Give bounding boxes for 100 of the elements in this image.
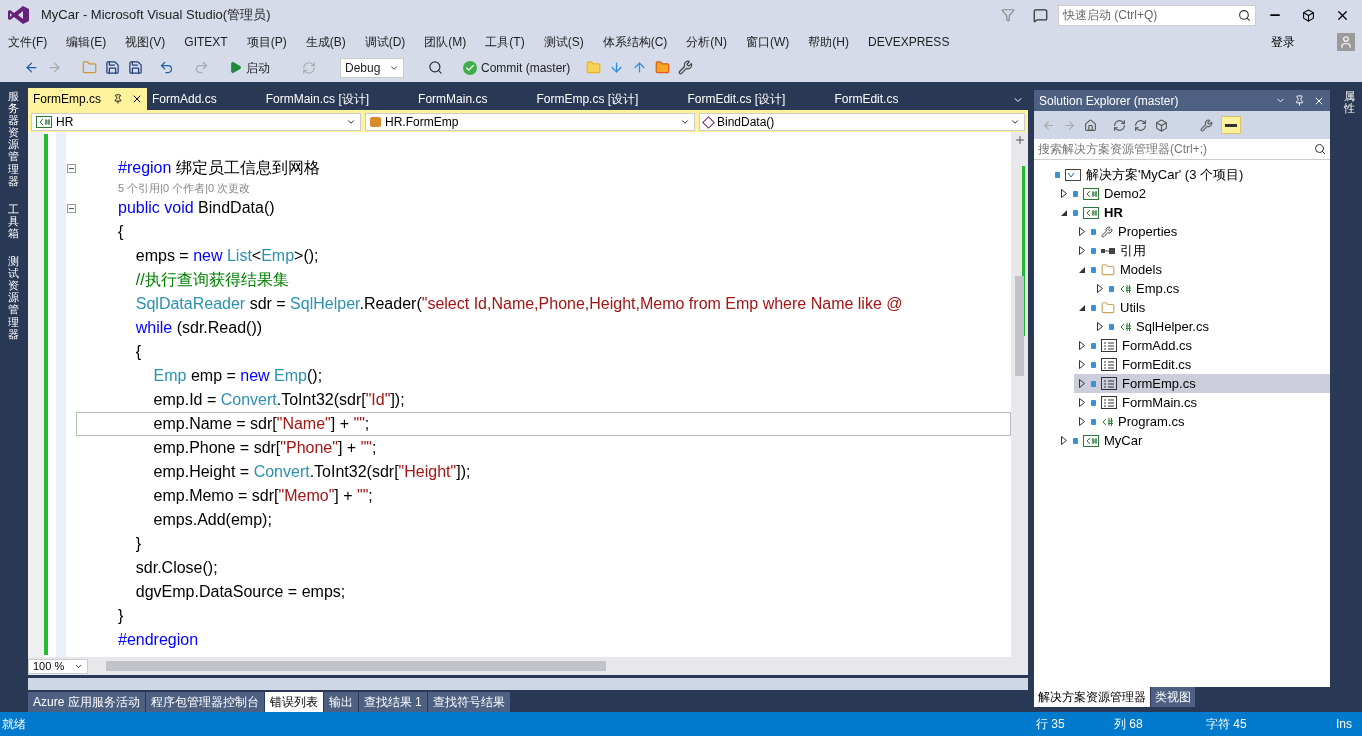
search-icon[interactable] bbox=[1314, 143, 1326, 155]
search-field[interactable]: 搜索解决方案资源管理器(Ctrl+;) bbox=[1034, 139, 1330, 160]
tree-item[interactable]: Properties bbox=[1074, 222, 1330, 241]
expanded-arrow-icon[interactable] bbox=[1060, 208, 1068, 217]
document-tab[interactable]: FormEmp.cs bbox=[28, 88, 147, 110]
search-input[interactable]: 搜索解决方案资源管理器(Ctrl+;) bbox=[1038, 140, 1314, 158]
menu-item[interactable]: 分析(N) bbox=[686, 32, 727, 51]
document-tab[interactable]: FormEdit.cs [设计] bbox=[682, 88, 830, 110]
panel-tab[interactable]: 类视图 bbox=[1151, 687, 1195, 707]
tool-window-tab[interactable]: 查找结果 1 bbox=[358, 692, 427, 712]
save-icon[interactable] bbox=[105, 60, 120, 75]
document-tab[interactable]: FormAdd.cs bbox=[147, 88, 261, 110]
code-editor[interactable] bbox=[28, 132, 1028, 657]
collapse-icon[interactable] bbox=[66, 203, 76, 213]
document-tab[interactable]: FormMain.cs [设计] bbox=[260, 88, 414, 110]
collapse-icon[interactable] bbox=[66, 163, 76, 173]
tree-item[interactable]: FormEdit.cs bbox=[1074, 355, 1330, 374]
dock-tab[interactable]: 属性 bbox=[1343, 86, 1355, 119]
feedback-icon[interactable] bbox=[1033, 7, 1048, 23]
preview-toggle-icon[interactable] bbox=[1221, 116, 1241, 134]
close-icon[interactable] bbox=[131, 93, 143, 105]
collapsed-arrow-icon[interactable] bbox=[1078, 341, 1086, 350]
tree-item[interactable]: FormAdd.cs bbox=[1074, 336, 1330, 355]
sync-icon[interactable] bbox=[1113, 118, 1126, 132]
tool-window-tab[interactable]: 程序包管理器控制台 bbox=[145, 692, 264, 712]
collapsed-arrow-icon[interactable] bbox=[1078, 360, 1086, 369]
dock-tab[interactable]: 工具箱 bbox=[7, 198, 19, 244]
tree-item[interactable]: SqlHelper.cs bbox=[1092, 317, 1330, 336]
menu-item[interactable]: 测试(S) bbox=[543, 32, 584, 51]
document-tab[interactable]: FormEdit.cs bbox=[829, 88, 943, 110]
collapsed-arrow-icon[interactable] bbox=[1078, 379, 1086, 388]
scroll-thumb[interactable] bbox=[1015, 276, 1024, 376]
restart-icon[interactable] bbox=[302, 60, 316, 75]
sign-in-link[interactable]: 登录 bbox=[1271, 32, 1295, 51]
menu-item[interactable]: 帮助(H) bbox=[808, 32, 849, 51]
code-lens[interactable]: 5 个引用|0 个作者|0 次更改 bbox=[117, 178, 252, 198]
menu-item[interactable]: 体系结构(C) bbox=[602, 32, 668, 51]
collapsed-arrow-icon[interactable] bbox=[1096, 284, 1104, 293]
pin-icon[interactable] bbox=[113, 94, 123, 104]
navigation-dropdown[interactable]: BindData() bbox=[699, 113, 1025, 131]
quick-launch-field[interactable]: 快速启动 (Ctrl+Q) bbox=[1058, 4, 1256, 26]
tool-window-tab[interactable]: 查找符号结果 bbox=[427, 692, 510, 712]
commit-button[interactable]: Commit (master) bbox=[463, 58, 571, 77]
quick-launch-input[interactable]: 快速启动 (Ctrl+Q) bbox=[1063, 6, 1238, 24]
refresh-icon[interactable] bbox=[1134, 118, 1147, 132]
caret-icon[interactable] bbox=[1010, 117, 1020, 127]
collapsed-arrow-icon[interactable] bbox=[1078, 398, 1086, 407]
document-tab[interactable]: FormEmp.cs [设计] bbox=[531, 88, 683, 110]
dock-tab[interactable]: 服务器资源管理器 bbox=[7, 86, 19, 191]
tree-item[interactable]: 引用 bbox=[1074, 241, 1330, 260]
configuration-dropdown[interactable]: Debug bbox=[340, 57, 404, 78]
tree-item[interactable]: HR bbox=[1056, 203, 1330, 222]
dock-tab[interactable]: 测试资源管理器 bbox=[7, 251, 19, 344]
menu-item[interactable]: 视图(V) bbox=[125, 32, 166, 51]
caret-icon[interactable] bbox=[346, 117, 356, 127]
tree-item[interactable]: FormMain.cs bbox=[1074, 393, 1330, 412]
menu-item[interactable]: 生成(B) bbox=[305, 32, 346, 51]
split-icon[interactable] bbox=[1013, 134, 1026, 146]
undo-icon[interactable] bbox=[159, 60, 174, 75]
tree-item[interactable]: Models bbox=[1074, 260, 1330, 279]
collapsed-arrow-icon[interactable] bbox=[1078, 417, 1086, 426]
tree-item[interactable]: MyCar bbox=[1056, 431, 1330, 450]
tree-item[interactable]: Program.cs bbox=[1074, 412, 1330, 431]
avatar-icon[interactable] bbox=[1337, 32, 1355, 51]
settings-icon[interactable] bbox=[678, 60, 694, 75]
save-all-icon[interactable] bbox=[128, 60, 143, 75]
tree-item[interactable]: Demo2 bbox=[1056, 184, 1330, 203]
tree-item[interactable]: 解决方案'MyCar' (3 个项目) bbox=[1038, 165, 1330, 184]
tree-item[interactable]: FormEmp.cs bbox=[1074, 374, 1330, 393]
collapsed-arrow-icon[interactable] bbox=[1060, 189, 1068, 198]
pin-icon[interactable] bbox=[1294, 95, 1305, 106]
collapsed-arrow-icon[interactable] bbox=[1078, 227, 1086, 236]
menu-item[interactable]: 窗口(W) bbox=[746, 32, 790, 51]
properties-icon[interactable] bbox=[1200, 118, 1213, 132]
find-icon[interactable] bbox=[428, 60, 443, 75]
start-button[interactable]: 启动 bbox=[229, 58, 270, 77]
back-icon[interactable] bbox=[24, 60, 39, 75]
tree-item[interactable]: Emp.cs bbox=[1092, 279, 1330, 298]
expanded-arrow-icon[interactable] bbox=[1078, 303, 1086, 312]
navigation-dropdown[interactable]: HR.FormEmp bbox=[365, 113, 695, 131]
tree-item[interactable]: Utils bbox=[1074, 298, 1330, 317]
zoom-dropdown[interactable]: 100 % bbox=[28, 658, 88, 674]
menu-item[interactable]: 项目(P) bbox=[246, 32, 287, 51]
home-icon[interactable] bbox=[1084, 118, 1097, 132]
tool-window-tab[interactable]: 错误列表 bbox=[264, 692, 323, 712]
collapsed-arrow-icon[interactable] bbox=[1060, 436, 1068, 445]
document-tab[interactable]: FormMain.cs bbox=[413, 88, 532, 110]
search-icon[interactable] bbox=[1238, 8, 1251, 22]
menu-item[interactable]: 编辑(E) bbox=[66, 32, 107, 51]
panel-tab[interactable]: 解决方案资源管理器 bbox=[1034, 687, 1150, 707]
caret-icon[interactable] bbox=[680, 117, 690, 127]
tool-window-tab[interactable]: Azure 应用服务活动 bbox=[28, 692, 145, 712]
tool-window-tab[interactable]: 输出 bbox=[323, 692, 358, 712]
navigation-dropdown[interactable]: HR bbox=[31, 113, 361, 131]
collapsed-arrow-icon[interactable] bbox=[1096, 322, 1104, 331]
menu-item[interactable]: 工具(T) bbox=[485, 32, 525, 51]
menu-item[interactable]: 调试(D) bbox=[364, 32, 406, 51]
menu-item[interactable]: 团队(M) bbox=[424, 32, 467, 51]
menu-item[interactable]: GITEXT bbox=[184, 32, 228, 51]
menu-item[interactable]: DEVEXPRESS bbox=[868, 32, 950, 51]
